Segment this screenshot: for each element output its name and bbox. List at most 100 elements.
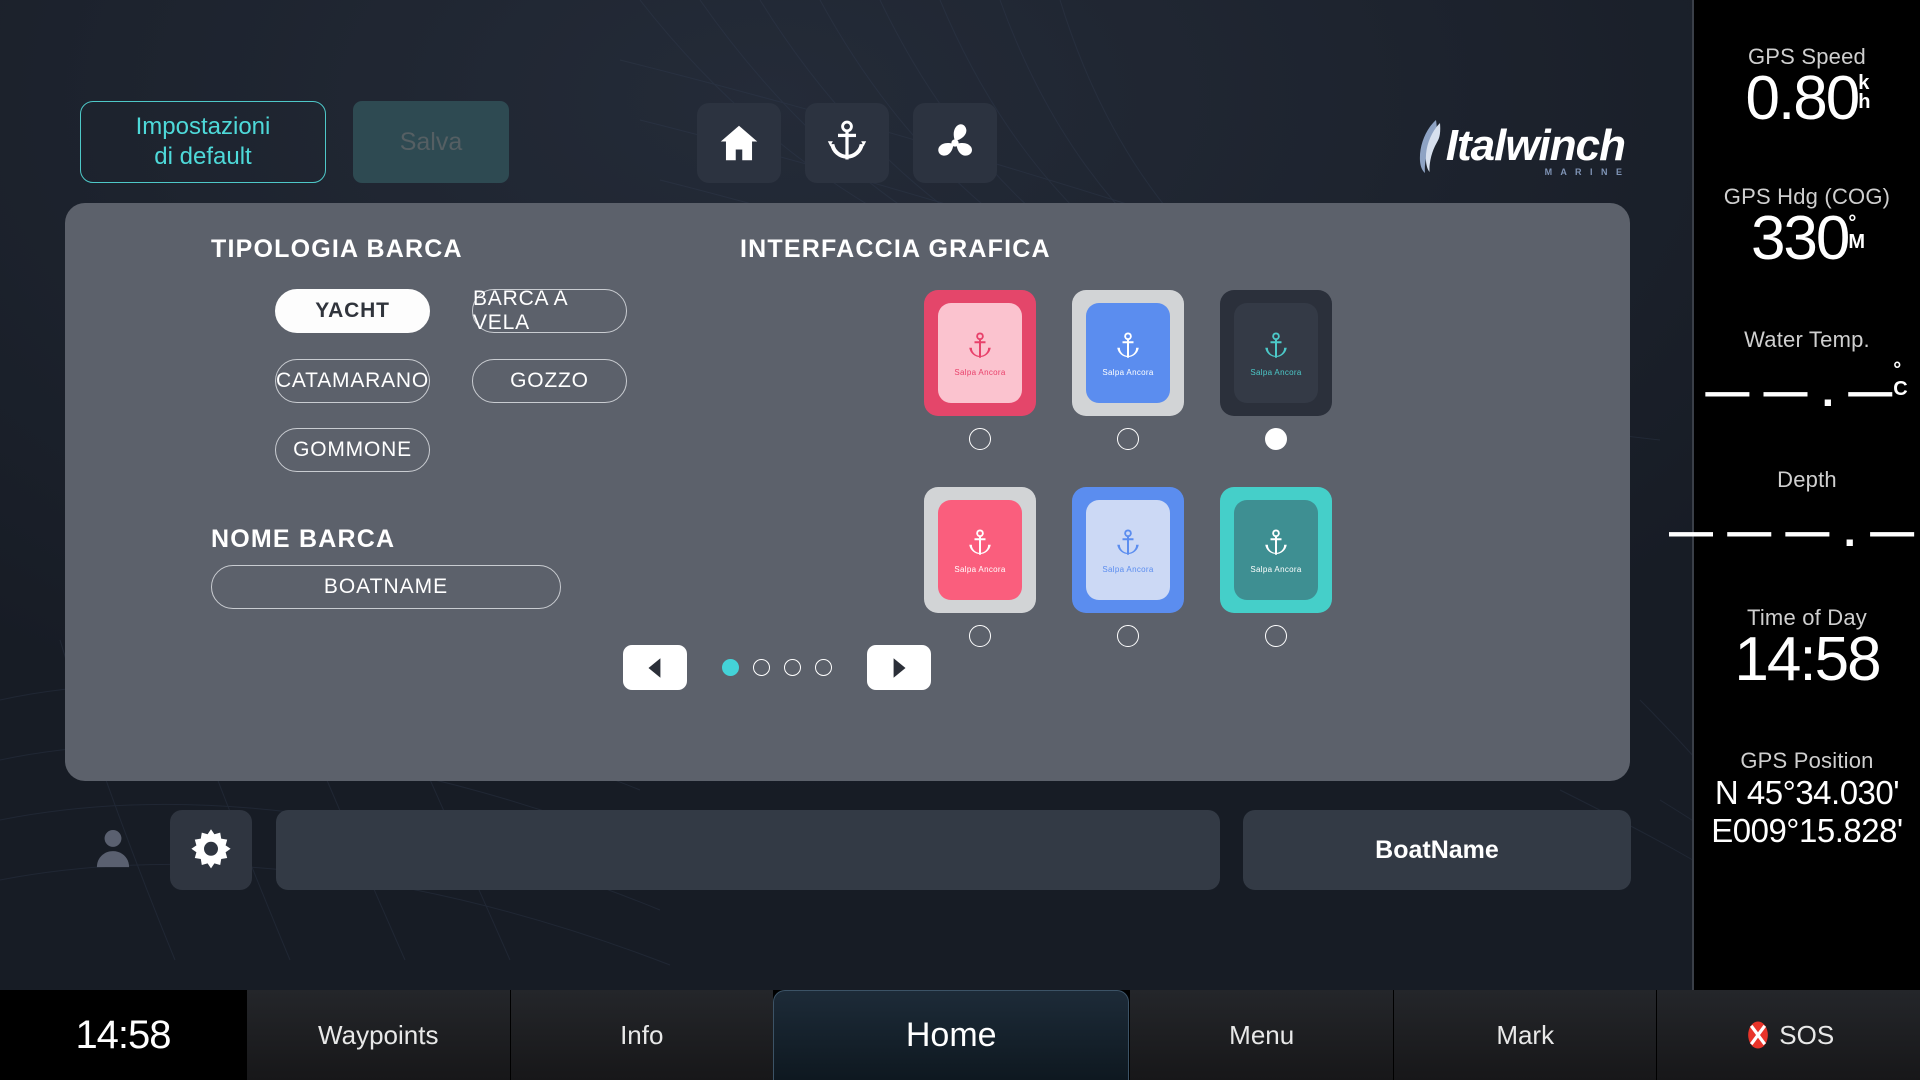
theme-option-4[interactable]: Salpa Ancora xyxy=(924,487,1036,647)
depth-label: Depth xyxy=(1777,466,1837,492)
pager xyxy=(623,645,931,690)
gps-longitude: E009°15.828' xyxy=(1711,811,1903,849)
theme-card-label: Salpa Ancora xyxy=(1102,367,1154,377)
anchor-button[interactable] xyxy=(805,103,889,183)
boat-type-option-gommone[interactable]: GOMMONE xyxy=(275,428,430,472)
nav-clock: 14:58 xyxy=(0,990,246,1080)
nav-label: Waypoints xyxy=(318,1019,439,1050)
nav-item-home[interactable]: Home xyxy=(773,990,1130,1080)
boat-name-display-label: BoatName xyxy=(1375,835,1499,864)
theme-option-1[interactable]: Salpa Ancora xyxy=(924,290,1036,450)
logo-swoosh-icon xyxy=(1419,120,1440,173)
theme-card-label: Salpa Ancora xyxy=(954,367,1006,377)
boat-name-input[interactable]: BOATNAME xyxy=(211,565,561,609)
app-canvas: Impostazioni di default Salva Italwinch … xyxy=(0,0,1920,990)
theme-card-inner: Salpa Ancora xyxy=(938,303,1022,403)
theme-card[interactable]: Salpa Ancora xyxy=(924,290,1036,416)
theme-radio-5[interactable] xyxy=(1117,625,1139,647)
boat-type-label: BARCA A VELA xyxy=(473,287,568,334)
water-temp-value-row: — — . — ° C xyxy=(1694,360,1920,417)
save-button[interactable]: Salva xyxy=(353,101,509,183)
theme-radio-3[interactable] xyxy=(1265,428,1287,450)
default-settings-line1: Impostazioni xyxy=(135,113,271,140)
pager-next-button[interactable] xyxy=(867,645,931,690)
gps-heading-value-row: 330 ° M xyxy=(1694,207,1920,269)
triangle-left-icon xyxy=(648,657,661,678)
pager-prev-button[interactable] xyxy=(623,645,687,690)
brand-name: Italwinch xyxy=(1445,121,1626,170)
theme-radio-1[interactable] xyxy=(969,428,991,450)
nav-item-mark[interactable]: Mark xyxy=(1392,990,1657,1080)
nav-item-waypoints[interactable]: Waypoints xyxy=(246,990,510,1080)
theme-card-label: Salpa Ancora xyxy=(1250,564,1302,574)
theme-card[interactable]: Salpa Ancora xyxy=(1220,487,1332,613)
gps-position-block: GPS Position N 45°34.030' E009°15.828' xyxy=(1694,748,1920,851)
nav-label: Info xyxy=(620,1019,664,1050)
boat-type-option-gozzo[interactable]: GOZZO xyxy=(472,359,627,403)
pager-dot-4[interactable] xyxy=(815,659,832,676)
boat-name-display[interactable]: BoatName xyxy=(1243,810,1631,890)
theme-card[interactable]: Salpa Ancora xyxy=(1072,487,1184,613)
boat-type-label: CATAMARANO xyxy=(275,369,430,392)
theme-option-6[interactable]: Salpa Ancora xyxy=(1220,487,1332,647)
theme-radio-6[interactable] xyxy=(1265,625,1287,647)
instrument-data-panel: GPS Speed 0.80 k h GPS Hdg (COG) 330 ° M… xyxy=(1669,0,1920,990)
boat-type-title: TIPOLOGIA BARCA xyxy=(211,235,463,263)
theme-option-2[interactable]: Salpa Ancora xyxy=(1072,290,1184,450)
theme-card[interactable]: Salpa Ancora xyxy=(1072,290,1184,416)
pager-dot-2[interactable] xyxy=(753,659,770,676)
theme-card-inner: Salpa Ancora xyxy=(1086,500,1170,600)
empty-wide-slot[interactable] xyxy=(276,810,1220,890)
pager-dot-3[interactable] xyxy=(784,659,801,676)
default-settings-line2: di default xyxy=(154,143,252,170)
theme-radio-2[interactable] xyxy=(1117,428,1139,450)
boat-type-option-barca-a-vela[interactable]: BARCA A VELA xyxy=(472,287,627,334)
theme-card-label: Salpa Ancora xyxy=(1250,367,1302,377)
theme-option-5[interactable]: Salpa Ancora xyxy=(1072,487,1184,647)
nav-label: Mark xyxy=(1496,1019,1555,1050)
nav-item-info[interactable]: Info xyxy=(509,990,774,1080)
anchor-icon xyxy=(1117,528,1139,555)
gps-heading-block: GPS Hdg (COG) 330 ° M xyxy=(1694,184,1920,269)
water-temp-unit-top: ° xyxy=(1893,358,1903,381)
theme-card[interactable]: Salpa Ancora xyxy=(1220,290,1332,416)
boat-name-value: BOATNAME xyxy=(323,575,449,598)
gps-speed-value-row: 0.80 k h xyxy=(1694,64,1920,133)
time-of-day-value: 14:58 xyxy=(1734,624,1881,694)
pager-dot-1[interactable] xyxy=(722,659,739,676)
nav-item-sos[interactable]: SOS xyxy=(1656,990,1920,1080)
theme-card-inner: Salpa Ancora xyxy=(1234,303,1318,403)
settings-gear-button[interactable] xyxy=(170,810,252,890)
anchor-icon xyxy=(1265,331,1287,358)
theme-option-3[interactable]: Salpa Ancora xyxy=(1220,290,1332,450)
theme-card[interactable]: Salpa Ancora xyxy=(924,487,1036,613)
anchor-icon xyxy=(827,120,867,160)
anchor-icon xyxy=(1265,528,1287,555)
nav-item-menu[interactable]: Menu xyxy=(1129,990,1393,1080)
water-temp-label: Water Temp. xyxy=(1744,326,1870,352)
time-of-day-block: Time of Day 14:58 xyxy=(1694,605,1920,690)
propeller-button[interactable] xyxy=(913,103,997,183)
save-button-label: Salva xyxy=(399,127,463,156)
propeller-icon xyxy=(938,124,972,156)
boat-type-label: GOMMONE xyxy=(293,438,412,461)
anchor-icon xyxy=(969,528,991,555)
boat-type-option-catamarano[interactable]: CATAMARANO xyxy=(275,359,430,403)
depth-value-row: — — — . — m xyxy=(1669,507,1920,557)
graphic-interface-title: INTERFACCIA GRAFICA xyxy=(740,235,1051,263)
gps-speed-block: GPS Speed 0.80 k h xyxy=(1694,44,1920,129)
boat-type-option-yacht[interactable]: YACHT xyxy=(275,289,430,333)
water-temp-value: — — . — xyxy=(1705,366,1894,416)
bottom-strip: BoatName xyxy=(0,800,1690,910)
home-icon xyxy=(720,125,758,161)
gps-speed-unit: k h xyxy=(1858,73,1870,113)
home-button[interactable] xyxy=(697,103,781,183)
theme-radio-4[interactable] xyxy=(969,625,991,647)
default-settings-button[interactable]: Impostazioni di default xyxy=(80,101,326,183)
user-icon[interactable] xyxy=(90,822,136,874)
boat-type-label: GOZZO xyxy=(510,369,589,392)
gps-speed-value: 0.80 xyxy=(1745,64,1861,133)
gps-heading-unit-bottom: M xyxy=(1848,230,1865,253)
pager-dots xyxy=(722,659,832,676)
gps-speed-unit-bottom: h xyxy=(1858,91,1870,113)
